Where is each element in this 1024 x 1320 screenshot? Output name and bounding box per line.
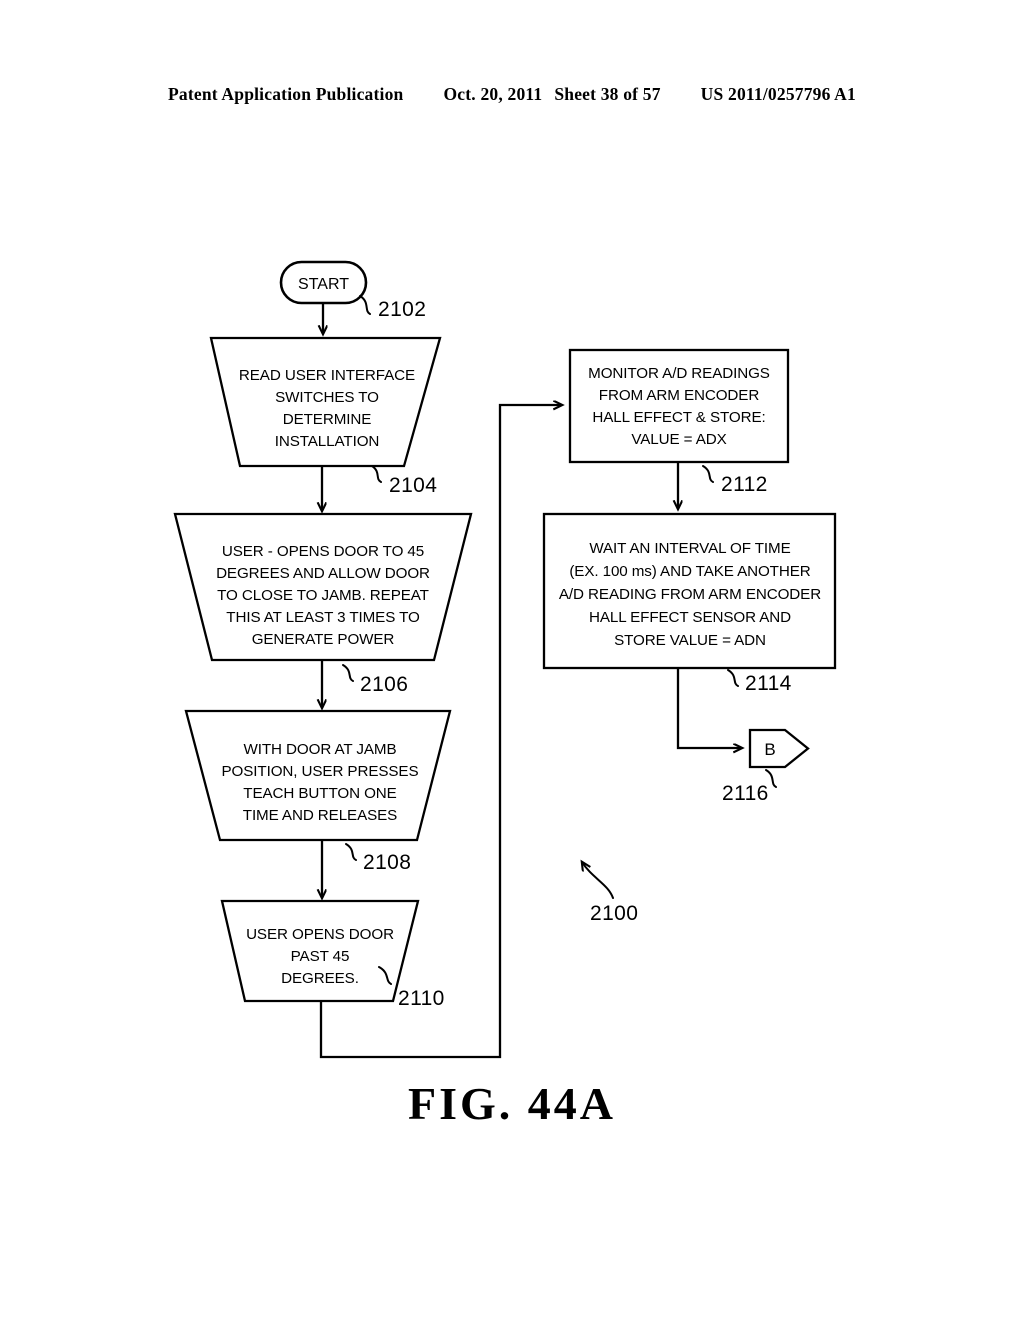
node-2108-line-2: TEACH BUTTON ONE — [243, 785, 396, 802]
node-2114-line-4: STORE VALUE = ADN — [614, 632, 766, 649]
node-2106-line-2: TO CLOSE TO JAMB. REPEAT — [217, 587, 429, 604]
node-2114-line-1: (EX. 100 ms) AND TAKE ANOTHER — [569, 563, 810, 580]
ref-2104: 2104 — [389, 474, 437, 497]
node-2108-line-3: TIME AND RELEASES — [243, 807, 397, 824]
node-2114-line-0: WAIT AN INTERVAL OF TIME — [589, 540, 790, 557]
ref-2114: 2114 — [745, 672, 792, 695]
ref-2112: 2112 — [721, 473, 768, 496]
node-2110-line-0: USER OPENS DOOR — [246, 926, 394, 943]
leader-2112 — [702, 465, 714, 483]
node-2112-line-3: VALUE = ADX — [631, 431, 726, 448]
node-2106-line-4: GENERATE POWER — [252, 631, 395, 648]
connector-2114-to-2116 — [676, 668, 742, 748]
ref-2110: 2110 — [398, 987, 445, 1010]
leader-2106 — [342, 664, 354, 682]
node-2116-label: B — [764, 740, 775, 759]
node-2104-line-2: DETERMINE — [283, 411, 372, 428]
leader-2114 — [727, 669, 739, 687]
node-2106-line-1: DEGREES AND ALLOW DOOR — [216, 565, 430, 582]
node-2106-line-3: THIS AT LEAST 3 TIMES TO — [226, 609, 420, 626]
leader-2108 — [345, 843, 357, 861]
leader-2102 — [359, 295, 371, 315]
ref-2100: 2100 — [590, 902, 638, 925]
node-2116 — [748, 728, 810, 769]
node-2104-line-1: SWITCHES TO — [275, 389, 379, 406]
node-2112-line-0: MONITOR A/D READINGS — [588, 365, 770, 382]
node-2106-line-0: USER - OPENS DOOR TO 45 — [222, 543, 424, 560]
figure-caption: FIG. 44A — [408, 1078, 616, 1129]
ref-2116: 2116 — [722, 782, 769, 805]
ref-2102: 2102 — [378, 298, 426, 321]
leader-2104 — [371, 465, 382, 483]
node-2112-line-1: FROM ARM ENCODER — [599, 387, 760, 404]
node-2108-line-1: POSITION, USER PRESSES — [222, 763, 419, 780]
leader-2100 — [582, 862, 614, 899]
node-2110-line-2: DEGREES. — [281, 970, 359, 987]
node-2108-line-0: WITH DOOR AT JAMB — [244, 741, 397, 758]
node-2112-line-2: HALL EFFECT & STORE: — [592, 409, 765, 426]
node-2110-line-1: PAST 45 — [291, 948, 350, 965]
node-2104-line-3: INSTALLATION — [275, 433, 380, 450]
node-2114-line-3: HALL EFFECT SENSOR AND — [589, 609, 791, 626]
ref-2108: 2108 — [363, 851, 411, 874]
node-2104-line-0: READ USER INTERFACE — [239, 367, 415, 384]
node-2114-line-2: A/D READING FROM ARM ENCODER — [559, 586, 821, 603]
node-start-label: START — [298, 276, 349, 293]
ref-2106: 2106 — [360, 673, 408, 696]
